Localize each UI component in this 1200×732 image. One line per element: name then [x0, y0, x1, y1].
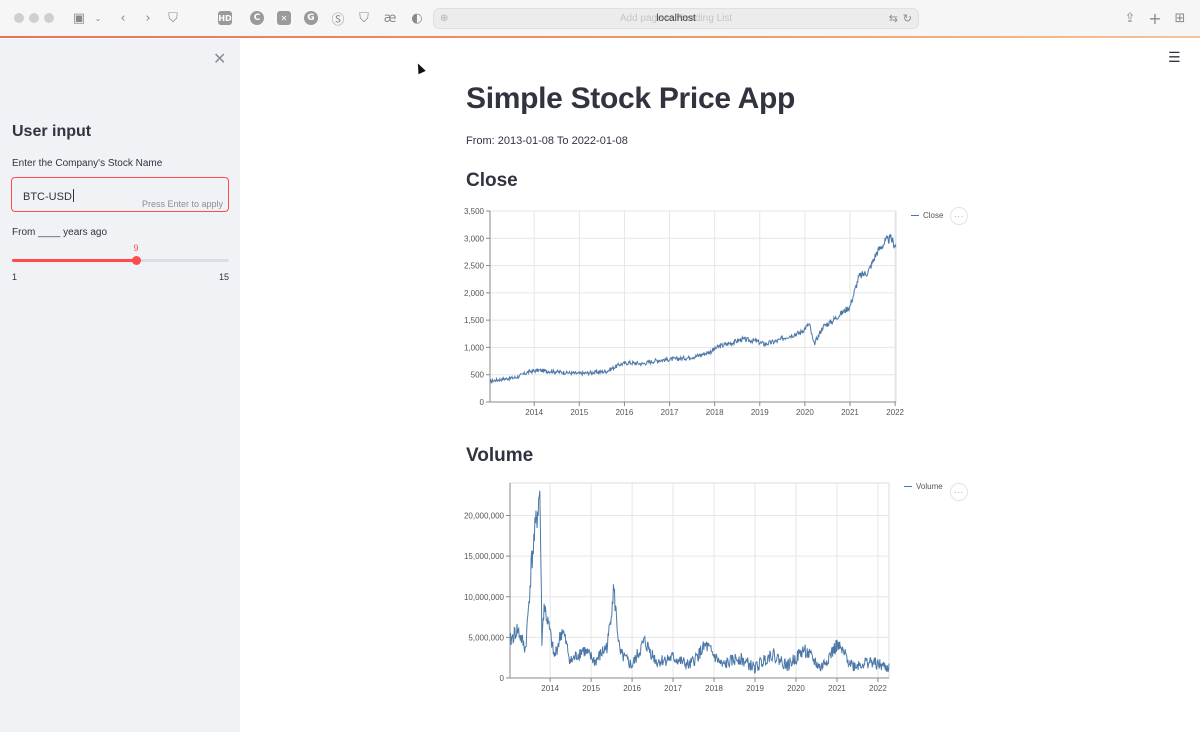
x-tick-label: 2016 — [623, 684, 641, 693]
sidebar-toggle-icon[interactable]: ▣ — [70, 9, 88, 27]
y-tick-label: 15,000,000 — [464, 552, 505, 561]
x-tick-label: 2021 — [828, 684, 846, 693]
y-tick-label: 3,000 — [464, 234, 485, 243]
y-tick-label: 3,500 — [464, 207, 485, 216]
volume-legend[interactable]: Volume — [904, 482, 943, 491]
x-tick-label: 2020 — [796, 408, 814, 417]
window-minimize-dot[interactable] — [29, 13, 39, 23]
y-tick-label: 10,000,000 — [464, 593, 505, 602]
legend-swatch — [904, 485, 912, 488]
close-legend[interactable]: Close — [911, 211, 943, 220]
mouse-cursor-icon — [414, 61, 426, 75]
address-text[interactable]: localhost — [434, 13, 918, 24]
s-extension-icon[interactable]: Ⓢ — [329, 9, 347, 28]
page-title: Simple Stock Price App — [466, 82, 796, 115]
close-chart[interactable]: 0 500 1,000 1,500 2,000 2,500 3,000 3,500 2014 20… — [446, 200, 908, 420]
x-tick-label: 2019 — [746, 684, 764, 693]
y-tick-label: 0 — [480, 398, 485, 407]
x-tick-label: 2020 — [787, 684, 805, 693]
chart-menu-button[interactable]: ··· — [950, 207, 968, 225]
slider-value-label: 9 — [133, 243, 139, 253]
x-tick-label: 2017 — [664, 684, 682, 693]
y-tick-label: 2,000 — [464, 289, 485, 298]
volume-chart-svg[interactable]: 0 5,000,000 10,000,000 15,000,000 20,000,000… — [446, 476, 896, 696]
g-extension-icon[interactable]: G — [304, 11, 318, 25]
legend-label: Close — [923, 211, 944, 220]
x-extension-icon[interactable]: ✕ — [277, 11, 291, 25]
volume-chart[interactable]: 0 5,000,000 10,000,000 15,000,000 20,000,000… — [446, 476, 896, 696]
x-tick-label: 2015 — [570, 408, 588, 417]
window-zoom-dot[interactable] — [44, 13, 54, 23]
y-tick-label: 1,000 — [464, 343, 485, 352]
sidebar: ✕ User input Enter the Company's Stock N… — [0, 39, 240, 732]
reload-icon[interactable]: ↻ — [903, 12, 912, 25]
x-tick-label: 2015 — [582, 684, 600, 693]
stock-name-value[interactable]: BTC-USD — [23, 189, 74, 203]
chevron-down-icon[interactable]: ⌄ — [89, 9, 107, 27]
stock-name-input[interactable]: BTC-USD Press Enter to apply — [11, 177, 229, 212]
plot-area — [489, 210, 897, 403]
y-tick-label: 2,500 — [464, 262, 485, 271]
c-extension-icon[interactable]: C — [250, 11, 264, 25]
years-slider[interactable] — [12, 256, 229, 265]
shield-extension-icon[interactable]: ⛉ — [164, 9, 182, 27]
half-circle-extension-icon[interactable]: ◐ — [408, 9, 426, 27]
close-icon[interactable]: ✕ — [213, 49, 226, 68]
v-shield-extension-icon[interactable]: ⛉ — [355, 9, 373, 27]
address-bar[interactable]: ⊕ Add page to Reading List localhost ⇆ ↻ — [433, 8, 919, 29]
slider-thumb[interactable] — [132, 256, 141, 265]
press-enter-hint: Press Enter to apply — [141, 199, 223, 209]
y-tick-label: 0 — [500, 674, 505, 683]
x-tick-label: 2014 — [541, 684, 559, 693]
page-load-bar — [0, 36, 1200, 38]
translate-icon[interactable]: ⇆ — [889, 12, 898, 25]
x-tick-label: 2016 — [616, 408, 634, 417]
close-heading: Close — [466, 170, 518, 191]
volume-heading: Volume — [466, 445, 534, 466]
x-tick-label: 2022 — [869, 684, 887, 693]
stock-name-label: Enter the Company's Stock Name — [12, 158, 163, 169]
slider-fill — [12, 259, 136, 262]
new-tab-icon[interactable]: + — [1146, 9, 1164, 28]
share-icon[interactable]: ⇪ — [1121, 9, 1139, 27]
browser-toolbar: ▣ ⌄ ‹ › ⛉ HD C ✕ G Ⓢ ⛉ æ ◐ ⊕ Add page to… — [0, 0, 1200, 38]
hamburger-menu-icon[interactable]: ☰ — [1168, 50, 1181, 66]
tab-overview-icon[interactable]: ⊞ — [1171, 9, 1189, 27]
x-tick-label: 2018 — [705, 684, 723, 693]
forward-icon[interactable]: › — [139, 9, 157, 27]
back-icon[interactable]: ‹ — [114, 9, 132, 27]
chart-menu-button[interactable]: ··· — [950, 483, 968, 501]
close-chart-svg[interactable]: 0 500 1,000 1,500 2,000 2,500 3,000 3,500 2014 20… — [446, 200, 908, 420]
years-ago-label: From ____ years ago — [12, 227, 108, 238]
y-tick-label: 20,000,000 — [464, 512, 505, 521]
legend-swatch — [911, 214, 919, 217]
ae-extension-icon[interactable]: æ — [381, 9, 399, 27]
x-tick-label: 2014 — [525, 408, 543, 417]
legend-label: Volume — [916, 482, 943, 491]
x-tick-label: 2018 — [706, 408, 724, 417]
slider-min-label: 1 — [12, 272, 18, 282]
hd-extension-icon[interactable]: HD — [218, 11, 232, 25]
y-tick-label: 1,500 — [464, 316, 485, 325]
y-tick-label: 500 — [471, 371, 485, 380]
window-close-dot[interactable] — [14, 13, 24, 23]
date-range-text: From: 2013-01-08 To 2022-01-08 — [466, 135, 628, 147]
x-tick-label: 2019 — [751, 408, 769, 417]
slider-max-label: 15 — [218, 272, 229, 282]
x-tick-label: 2022 — [886, 408, 904, 417]
x-tick-label: 2017 — [661, 408, 679, 417]
sidebar-title: User input — [12, 123, 92, 140]
x-tick-label: 2021 — [841, 408, 859, 417]
y-tick-label: 5,000,000 — [468, 633, 504, 642]
